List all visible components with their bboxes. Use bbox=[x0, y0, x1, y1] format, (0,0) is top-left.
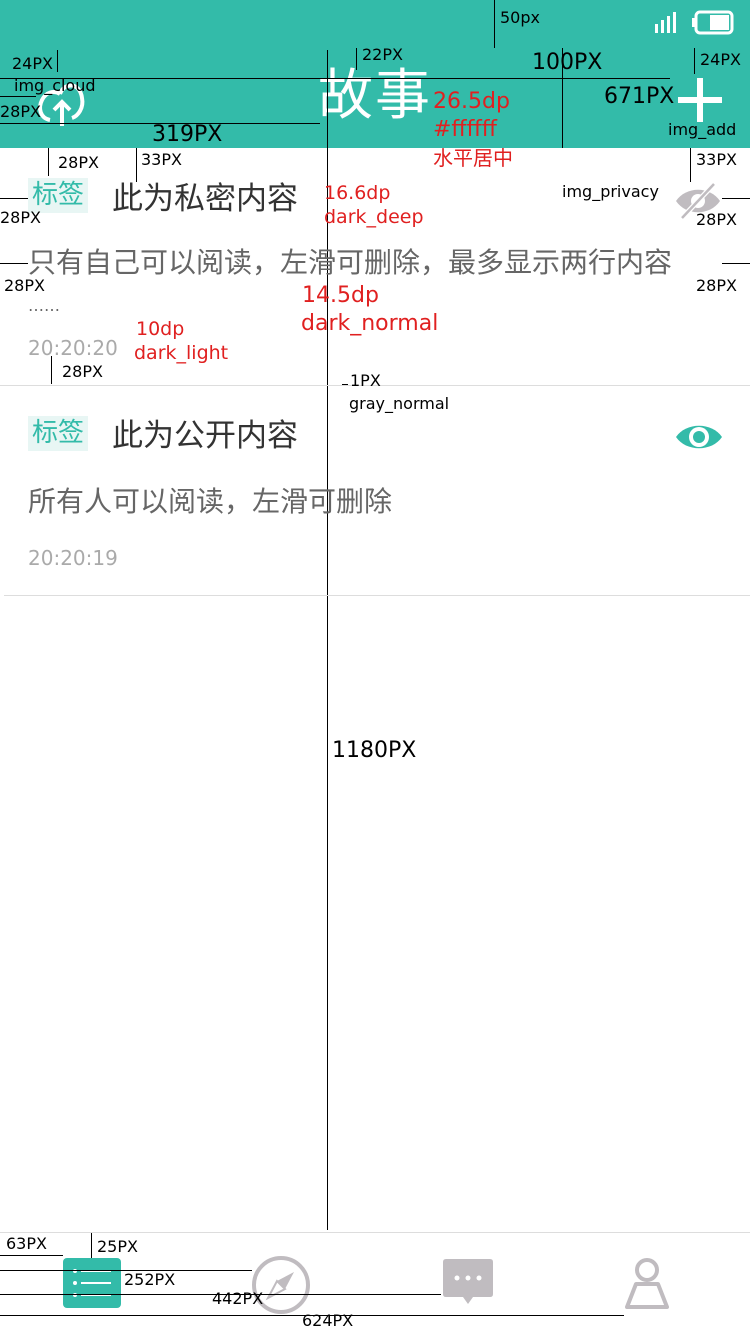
tab3-x-label: 442PX bbox=[212, 1289, 264, 1308]
privacy-top-label: 33PX bbox=[696, 150, 737, 169]
tab-top-label: 25PX bbox=[97, 1237, 138, 1256]
add-x-marker bbox=[0, 78, 670, 79]
privacy-top-marker bbox=[690, 148, 691, 182]
title-color-ann: dark_deep bbox=[324, 206, 424, 228]
add-top-marker bbox=[694, 48, 695, 74]
top-gap-marker bbox=[48, 148, 49, 176]
cloud-left-marker bbox=[0, 96, 36, 97]
eye-icon[interactable] bbox=[674, 420, 724, 454]
cloud-top-marker bbox=[57, 50, 58, 72]
person-icon[interactable] bbox=[624, 1256, 670, 1312]
tag-top-label: 33PX bbox=[141, 150, 182, 169]
tag-top-marker bbox=[136, 148, 137, 182]
title-top-label: 22PX bbox=[362, 45, 403, 64]
right-pad-label: 28PX bbox=[696, 210, 737, 229]
body-color-ann: dark_normal bbox=[301, 311, 439, 336]
item-body: 所有人可以阅读，左滑可删除 bbox=[28, 485, 393, 518]
left-pad-label: 28PX bbox=[0, 208, 41, 227]
body-left-label: 28PX bbox=[4, 276, 45, 295]
status-icons bbox=[655, 10, 734, 35]
divider-height-marker bbox=[342, 384, 348, 385]
tab-top-marker bbox=[91, 1233, 92, 1258]
item-title: 此为私密内容 bbox=[112, 181, 298, 217]
tab1-x-label: 63PX bbox=[6, 1234, 47, 1253]
add-x-label: 671PX bbox=[604, 84, 675, 109]
title-top-marker bbox=[356, 48, 357, 70]
tab2-x-label: 252PX bbox=[124, 1270, 176, 1289]
page-title: 故事 bbox=[318, 63, 433, 127]
item-title: 此为公开内容 bbox=[112, 418, 298, 454]
item-time: 20:20:20 bbox=[28, 336, 118, 360]
battery-icon bbox=[692, 10, 734, 35]
chat-icon[interactable] bbox=[441, 1258, 495, 1308]
add-top-label: 24PX bbox=[700, 50, 741, 69]
tab4-x-label: 624PX bbox=[302, 1311, 354, 1330]
list-divider bbox=[4, 595, 750, 596]
title-size-ann: 16.6dp bbox=[324, 182, 391, 204]
time-size-ann: 10dp bbox=[136, 318, 185, 340]
tab1-x-marker bbox=[0, 1255, 63, 1256]
left-pad-marker bbox=[0, 198, 28, 199]
item-ellipsis: …… bbox=[28, 296, 60, 315]
cloud-left-label: 28PX bbox=[0, 102, 41, 121]
list-icon bbox=[73, 1269, 111, 1297]
signal-icon bbox=[655, 12, 676, 33]
header-height-label: 100PX bbox=[532, 50, 603, 75]
add-name-label: img_add bbox=[668, 120, 737, 139]
title-color-label: #ffffff bbox=[433, 117, 497, 142]
right-pad-marker bbox=[722, 198, 750, 199]
item-time: 20:20:19 bbox=[28, 546, 118, 570]
item-body: 只有自己可以阅读，左滑可删除，最多显示两行内容 bbox=[28, 246, 673, 279]
body-right-marker bbox=[722, 263, 750, 264]
status-height-marker bbox=[494, 0, 495, 48]
body-right-label: 28PX bbox=[696, 276, 737, 295]
bottom-gap-label: 28PX bbox=[62, 362, 103, 381]
cloud-top-label: 24PX bbox=[12, 54, 53, 73]
bottom-gap-marker bbox=[51, 356, 52, 384]
privacy-name-label: img_privacy bbox=[562, 182, 659, 201]
title-size-label: 26.5dp bbox=[433, 89, 510, 114]
time-color-ann: dark_light bbox=[134, 342, 229, 364]
add-icon[interactable] bbox=[676, 76, 724, 124]
item-tag: 标签 bbox=[28, 416, 89, 452]
content-height-label: 1180PX bbox=[332, 738, 417, 763]
tab-list[interactable] bbox=[63, 1258, 121, 1308]
top-gap-label: 28PX bbox=[58, 153, 99, 172]
body-left-marker bbox=[0, 263, 28, 264]
title-x-label: 319PX bbox=[152, 122, 223, 147]
body-size-ann: 14.5dp bbox=[302, 283, 379, 308]
cloud-name-label: img_cloud bbox=[14, 76, 96, 95]
status-height-label: 50px bbox=[500, 8, 540, 27]
